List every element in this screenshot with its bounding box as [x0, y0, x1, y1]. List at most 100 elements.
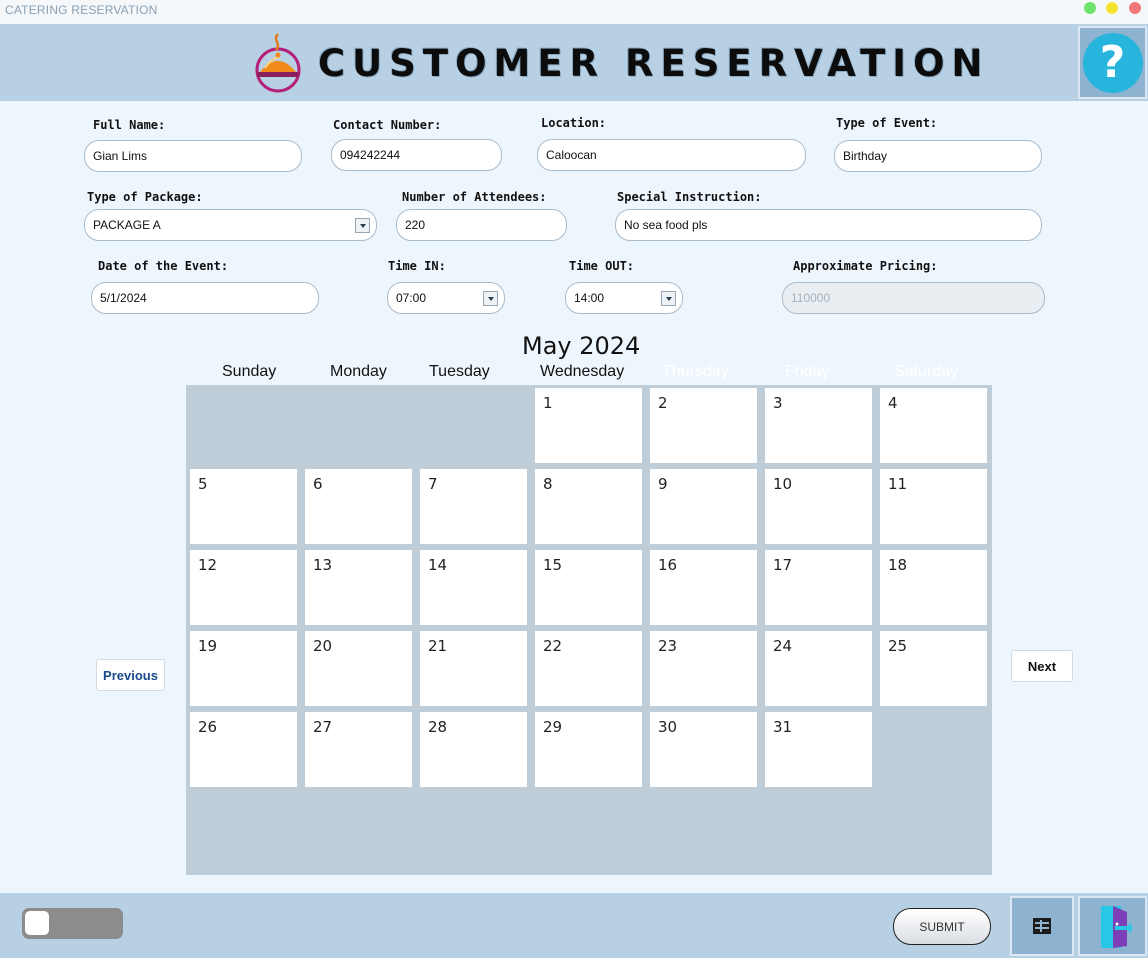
calendar-day-number: 23 — [658, 637, 678, 655]
calendar-day-cell[interactable]: 31 — [765, 712, 872, 787]
contact-number-value: 094242244 — [340, 148, 401, 162]
contact-number-input[interactable]: 094242244 — [331, 139, 502, 171]
calendar-day-cell[interactable]: 16 — [650, 550, 757, 625]
day-name-wednesday: Wednesday — [540, 363, 625, 380]
package-type-select[interactable]: PACKAGE A — [84, 209, 377, 241]
attendees-label: Number of Attendees: — [402, 190, 547, 204]
calendar-day-cell[interactable]: 21 — [420, 631, 527, 706]
calendar-day-number: 4 — [888, 394, 898, 412]
calendar-day-cell[interactable]: 3 — [765, 388, 872, 463]
full-name-value: Gian Lims — [93, 149, 148, 163]
pricing-field: 110000 — [782, 282, 1045, 314]
special-instruction-input[interactable]: No sea food pls — [615, 209, 1042, 241]
pricing-value: 110000 — [791, 291, 831, 305]
table-icon — [1033, 918, 1051, 934]
calendar-day-cell[interactable]: 29 — [535, 712, 642, 787]
calendar-day-cell[interactable]: 1 — [535, 388, 642, 463]
calendar-month-title: May 2024 — [522, 332, 641, 360]
title-bar: CATERING RESERVATION — [0, 0, 1148, 24]
location-label: Location: — [541, 116, 607, 130]
day-name-friday: Friday — [785, 363, 830, 380]
exit-button[interactable] — [1078, 896, 1147, 956]
calendar-day-number: 15 — [543, 556, 563, 574]
calendar-day-number: 11 — [888, 475, 908, 493]
calendar-day-cell[interactable]: 12 — [190, 550, 297, 625]
calendar-day-number: 22 — [543, 637, 563, 655]
exit-door-icon — [1100, 906, 1133, 948]
calendar-day-cell[interactable]: 6 — [305, 469, 412, 544]
chevron-down-icon[interactable] — [661, 291, 676, 306]
calendar-day-cell[interactable]: 8 — [535, 469, 642, 544]
calendar-day-cell[interactable]: 19 — [190, 631, 297, 706]
calendar-day-number: 14 — [428, 556, 448, 574]
calendar-day-cell[interactable]: 5 — [190, 469, 297, 544]
calendar-day-number: 25 — [888, 637, 908, 655]
next-month-button[interactable]: Next — [1011, 650, 1073, 682]
time-out-select[interactable]: 14:00 — [565, 282, 683, 314]
calendar-day-number: 7 — [428, 475, 438, 493]
calendar-day-cell[interactable]: 24 — [765, 631, 872, 706]
calendar-day-cell[interactable]: 15 — [535, 550, 642, 625]
window-title: CATERING RESERVATION — [5, 3, 158, 17]
calendar-day-cell[interactable]: 13 — [305, 550, 412, 625]
calendar-day-cell[interactable]: 17 — [765, 550, 872, 625]
theme-toggle[interactable] — [22, 908, 123, 939]
calendar-day-cell[interactable]: 28 — [420, 712, 527, 787]
calendar-day-cell[interactable]: 30 — [650, 712, 757, 787]
event-date-value: 5/1/2024 — [100, 291, 147, 305]
time-in-label: Time IN: — [388, 259, 446, 273]
event-date-label: Date of the Event: — [98, 259, 229, 273]
help-button[interactable]: ? — [1078, 26, 1147, 99]
calendar-day-cell[interactable]: 4 — [880, 388, 987, 463]
calendar-day-number: 18 — [888, 556, 908, 574]
minimize-button[interactable] — [1106, 2, 1118, 14]
page-title: CUSTOMER RESERVATION — [318, 42, 990, 85]
day-name-monday: Monday — [330, 363, 387, 380]
calendar-day-cell[interactable]: 20 — [305, 631, 412, 706]
full-name-input[interactable]: Gian Lims — [84, 140, 302, 172]
calendar-day-number: 10 — [773, 475, 793, 493]
calendar-day-cell[interactable]: 22 — [535, 631, 642, 706]
calendar-day-cell[interactable]: 23 — [650, 631, 757, 706]
contact-number-label: Contact Number: — [333, 118, 442, 132]
time-in-select[interactable]: 07:00 — [387, 282, 505, 314]
calendar-day-cell[interactable]: 26 — [190, 712, 297, 787]
calendar-day-cell[interactable]: 7 — [420, 469, 527, 544]
package-type-value: PACKAGE A — [93, 218, 161, 232]
maximize-button[interactable] — [1084, 2, 1096, 14]
event-date-input[interactable]: 5/1/2024 — [91, 282, 319, 314]
location-input[interactable]: Caloocan — [537, 139, 806, 171]
close-button[interactable] — [1129, 2, 1141, 14]
calendar-day-number: 12 — [198, 556, 218, 574]
chevron-down-icon[interactable] — [355, 218, 370, 233]
previous-month-button[interactable]: Previous — [96, 659, 165, 691]
calendar-day-cell[interactable]: 18 — [880, 550, 987, 625]
calendar-day-number: 26 — [198, 718, 218, 736]
calendar-day-cell[interactable]: 14 — [420, 550, 527, 625]
event-type-input[interactable]: Birthday — [834, 140, 1042, 172]
calendar-day-cell[interactable]: 2 — [650, 388, 757, 463]
calendar-day-cell[interactable]: 11 — [880, 469, 987, 544]
toggle-knob[interactable] — [25, 911, 49, 935]
full-name-label: Full Name: — [93, 118, 166, 132]
submit-button[interactable]: SUBMIT — [893, 908, 991, 945]
calendar-day-number: 28 — [428, 718, 448, 736]
attendees-value: 220 — [405, 218, 426, 232]
calendar-day-cell[interactable]: 10 — [765, 469, 872, 544]
event-type-value: Birthday — [843, 149, 888, 163]
calendar-day-cell[interactable]: 27 — [305, 712, 412, 787]
time-in-value: 07:00 — [396, 291, 427, 305]
time-out-value: 14:00 — [574, 291, 605, 305]
chevron-down-icon[interactable] — [483, 291, 498, 306]
special-instruction-value: No sea food pls — [624, 218, 708, 232]
calendar-day-number: 9 — [658, 475, 668, 493]
question-mark-icon: ? — [1082, 32, 1143, 93]
calendar-day-cell[interactable]: 9 — [650, 469, 757, 544]
calendar-day-number: 31 — [773, 718, 793, 736]
history-button[interactable] — [1010, 896, 1074, 956]
attendees-input[interactable]: 220 — [396, 209, 567, 241]
event-type-label: Type of Event: — [836, 116, 938, 130]
calendar-day-number: 3 — [773, 394, 783, 412]
calendar-day-cell[interactable]: 25 — [880, 631, 987, 706]
calendar-day-number: 6 — [313, 475, 323, 493]
